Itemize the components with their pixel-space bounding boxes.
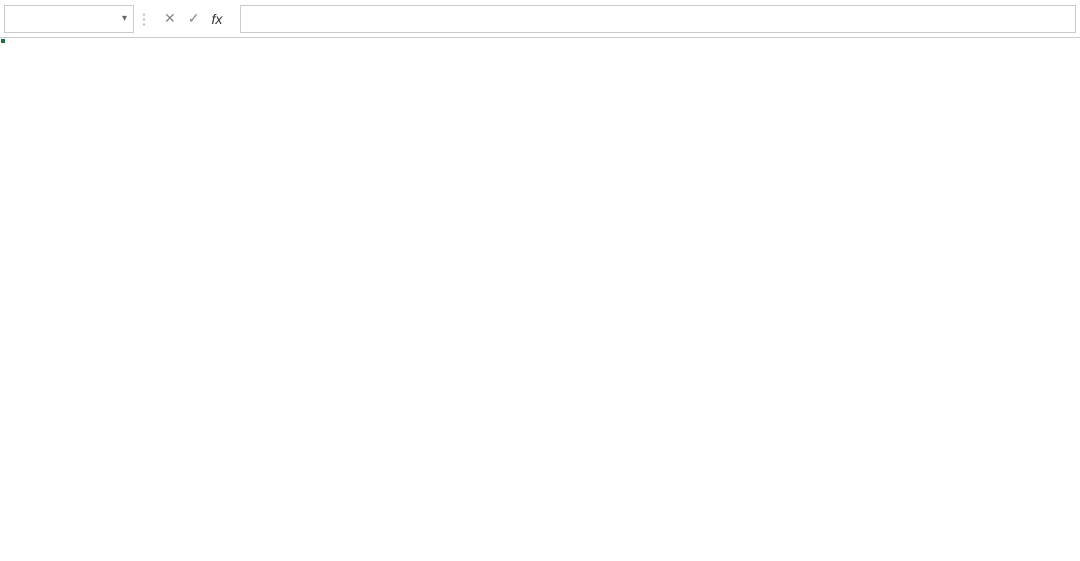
- fx-icon[interactable]: fx: [211, 11, 222, 27]
- formula-controls: ✕ ✓ fx: [164, 10, 230, 27]
- chevron-down-icon[interactable]: ▾: [122, 13, 127, 24]
- separator: ⋮: [134, 10, 154, 28]
- fill-handle[interactable]: [0, 38, 6, 44]
- enter-icon[interactable]: ✓: [188, 10, 200, 27]
- cancel-icon[interactable]: ✕: [164, 10, 176, 27]
- name-box[interactable]: ▾: [4, 5, 134, 33]
- formula-bar: ▾ ⋮ ✕ ✓ fx: [0, 0, 1080, 38]
- formula-input[interactable]: [240, 5, 1076, 33]
